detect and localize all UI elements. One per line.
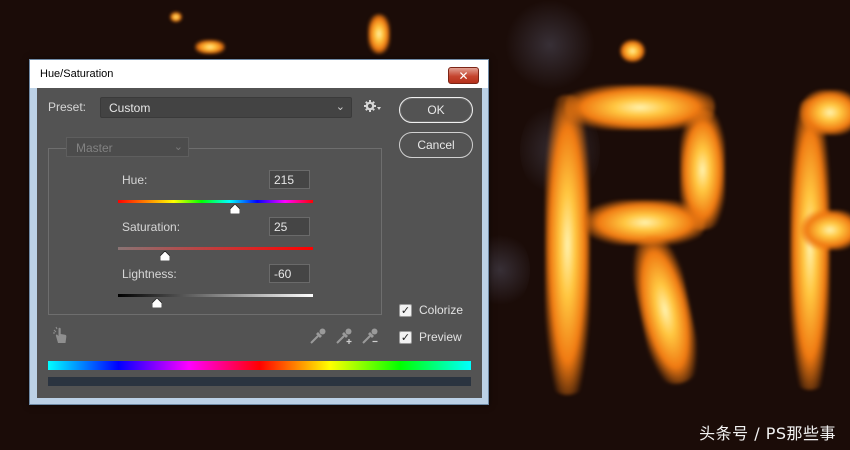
- preview-checkbox[interactable]: ✓: [399, 331, 412, 344]
- preset-dropdown[interactable]: Custom ⌄: [100, 97, 352, 118]
- channel-dropdown[interactable]: Master ⌄: [66, 137, 189, 157]
- cancel-button[interactable]: Cancel: [399, 132, 473, 158]
- dialog-body: Preset: Custom ⌄ OK Cancel Master ⌄ Hue:…: [37, 88, 482, 398]
- saturation-input[interactable]: 25: [269, 217, 310, 236]
- hue-label: Hue:: [122, 173, 148, 187]
- preset-label: Preset:: [48, 100, 87, 114]
- preset-value: Custom: [109, 101, 151, 115]
- saturation-slider-track[interactable]: [118, 247, 313, 250]
- check-icon: ✓: [400, 304, 411, 317]
- lightness-label: Lightness:: [122, 267, 177, 281]
- channel-value: Master: [76, 141, 113, 155]
- lightness-slider-thumb[interactable]: [152, 298, 162, 308]
- input-color-bar: [48, 361, 471, 370]
- lightness-input[interactable]: -60: [269, 264, 310, 283]
- chevron-down-icon: ⌄: [335, 101, 345, 113]
- hue-saturation-dialog: Hue/Saturation ✕ Preset: Custom ⌄ OK Can…: [29, 59, 489, 405]
- hue-slider-track[interactable]: [118, 200, 313, 203]
- ok-button[interactable]: OK: [399, 97, 473, 123]
- close-icon: ✕: [458, 68, 469, 83]
- colorize-label: Colorize: [419, 303, 464, 317]
- check-icon: ✓: [400, 331, 411, 344]
- watermark-text: 头条号 / PS那些事: [699, 424, 836, 443]
- gear-icon[interactable]: [364, 99, 382, 117]
- close-button[interactable]: ✕: [448, 67, 479, 84]
- eyedropper-icon[interactable]: [309, 327, 327, 349]
- eyedropper-add-icon[interactable]: [335, 327, 353, 349]
- dialog-title: Hue/Saturation: [40, 68, 114, 80]
- adjustment-group: [48, 148, 382, 315]
- chevron-down-icon: ⌄: [173, 141, 183, 153]
- lightness-slider-track[interactable]: [118, 294, 313, 297]
- saturation-label: Saturation:: [122, 220, 181, 234]
- hue-input[interactable]: 215: [269, 170, 310, 189]
- hue-slider-thumb[interactable]: [230, 204, 240, 214]
- title-bar[interactable]: Hue/Saturation ✕: [30, 60, 488, 88]
- targeted-adjustment-icon[interactable]: [52, 326, 70, 348]
- saturation-slider-thumb[interactable]: [159, 251, 170, 261]
- eyedropper-subtract-icon[interactable]: [361, 327, 379, 349]
- colorize-checkbox[interactable]: ✓: [399, 304, 412, 317]
- preview-label: Preview: [419, 330, 462, 344]
- output-color-bar: [48, 377, 471, 386]
